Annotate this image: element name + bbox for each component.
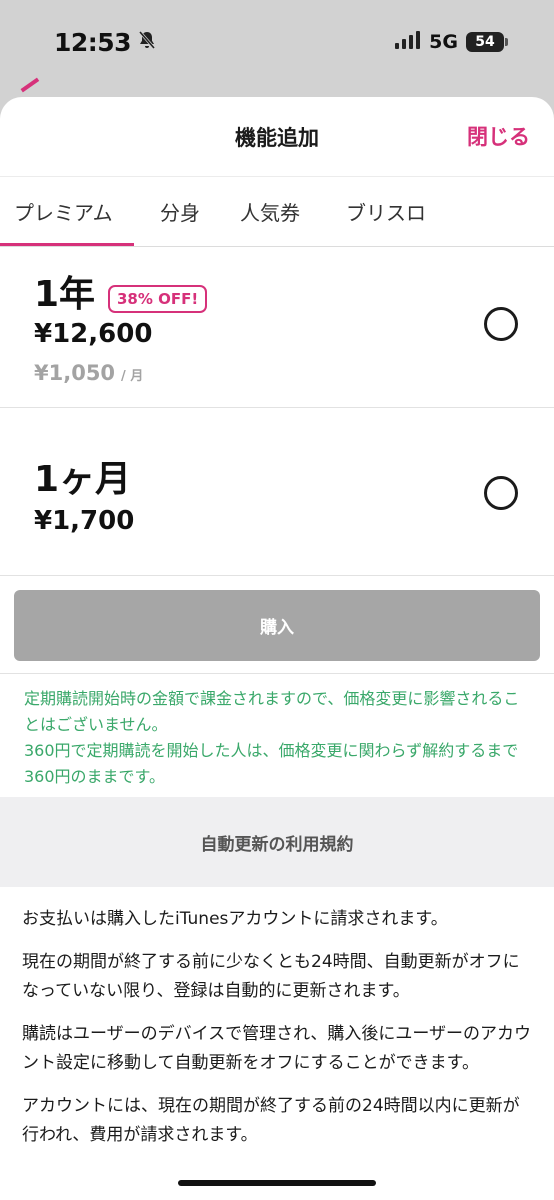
discount-badge: 38% OFF! <box>108 285 208 313</box>
terms-paragraph: 現在の期間が終了する前に少なくとも24時間、自動更新がオフになっていない限り、登… <box>22 952 520 1001</box>
sheet-header: 機能追加 閉じる <box>0 97 554 177</box>
purchase-area: 購入 <box>0 576 554 674</box>
plan-name: 1年 <box>34 274 96 315</box>
terms-paragraph: お支払いは購入したiTunesアカウントに請求されます。 <box>22 909 448 929</box>
status-right: 5G 54 <box>395 31 508 53</box>
status-left: 12:53 <box>54 28 157 57</box>
feature-sheet: 機能追加 閉じる プレミアム 分身 人気券 ブリスロ 1年 38% OFF! ¥… <box>0 97 554 1200</box>
close-button[interactable]: 閉じる <box>467 121 530 151</box>
plan-option-yearly[interactable]: 1年 38% OFF! ¥12,600 ¥1,050 / 月 <box>0 247 554 408</box>
radio-button[interactable] <box>484 476 518 510</box>
plan-monthly-price: ¥1,050 / 月 <box>34 361 143 385</box>
tab-clone[interactable]: 分身 <box>160 177 200 246</box>
plan-option-monthly[interactable]: 1ヶ月 ¥1,700 <box>0 408 554 576</box>
purchase-button[interactable]: 購入 <box>14 590 540 661</box>
notice-line: 定期購読開始時の金額で課金されますので、価格変更に影響されることはございません。 <box>24 689 520 734</box>
home-indicator[interactable] <box>178 1180 376 1186</box>
battery-icon: 54 <box>466 32 508 52</box>
tab-bar: プレミアム 分身 人気券 ブリスロ <box>0 177 554 247</box>
signal-icon <box>395 31 421 53</box>
terms-body: お支払いは購入したiTunesアカウントに請求されます。 現在の期間が終了する前… <box>0 887 554 1150</box>
notice-line: 360円で定期購読を開始した人は、価格変更に関わらず解約するまで360円のままで… <box>24 741 519 786</box>
tab-popularity-ticket[interactable]: 人気券 <box>240 177 300 246</box>
plan-monthly-amount: ¥1,050 <box>34 361 116 385</box>
sheet-title: 機能追加 <box>235 125 319 150</box>
plan-monthly-unit: / 月 <box>121 369 144 384</box>
radio-button[interactable] <box>484 307 518 341</box>
bell-slash-icon <box>137 30 157 54</box>
status-bar: 12:53 5G 54 <box>0 0 554 84</box>
battery-level: 54 <box>466 32 504 52</box>
status-time: 12:53 <box>54 27 132 57</box>
plan-price: ¥1,700 <box>34 506 135 536</box>
tab-premium[interactable]: プレミアム <box>0 177 134 246</box>
terms-paragraph: 購読はユーザーのデバイスで管理され、購入後にユーザーのアカウント設定に移動して自… <box>22 1024 531 1073</box>
battery-cap <box>505 38 508 46</box>
terms-title: 自動更新の利用規約 <box>0 797 554 887</box>
terms-paragraph: アカウントには、現在の期間が終了する前の24時間以内に更新が行われ、費用が請求さ… <box>22 1096 520 1145</box>
plan-name: 1ヶ月 <box>34 459 132 500</box>
tab-burislo[interactable]: ブリスロ <box>346 177 426 246</box>
plan-price: ¥12,600 <box>34 319 153 349</box>
pricing-notice: 定期購読開始時の金額で課金されますので、価格変更に影響されることはございません。… <box>0 674 554 797</box>
network-type: 5G <box>429 31 458 53</box>
